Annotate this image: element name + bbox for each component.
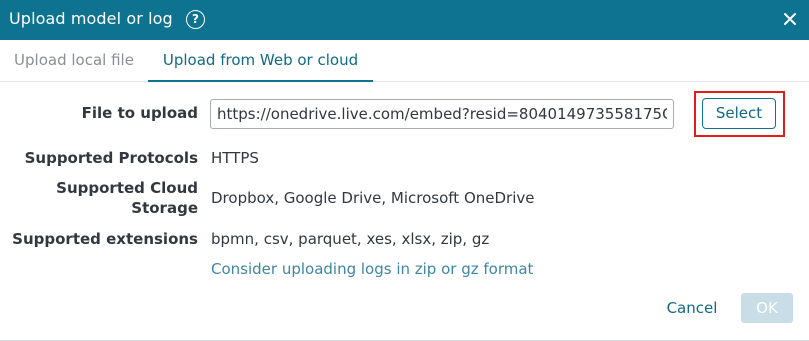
tab-bar: Upload local file Upload from Web or clo… [0,40,809,82]
supported-cloud-storage-label-line1: Supported Cloud [56,179,198,197]
select-button[interactable]: Select [702,98,776,129]
supported-cloud-storage-value: Dropbox, Google Drive, Microsoft OneDriv… [211,189,535,207]
tab-upload-local-file[interactable]: Upload local file [0,40,148,82]
dialog-title: Upload model or log [9,9,173,28]
cancel-button[interactable]: Cancel [657,293,727,323]
supported-protocols-value: HTTPS [211,149,259,167]
file-url-input[interactable] [210,99,674,129]
dialog-titlebar: Upload model or log ? [0,0,809,40]
tab-upload-from-web-or-cloud[interactable]: Upload from Web or cloud [148,40,373,82]
supported-protocols-label: Supported Protocols [24,149,198,167]
supported-cloud-storage-label: Supported Cloud Storage [56,178,198,218]
close-icon[interactable] [780,9,800,29]
zip-gz-hint-link[interactable]: Consider uploading logs in zip or gz for… [211,259,533,279]
supported-extensions-value: bpmn, csv, parquet, xes, xlsx, zip, gz [211,230,490,248]
help-circle-icon[interactable]: ? [186,10,205,29]
upload-dialog: Upload model or log ? Upload local file … [0,0,809,341]
ok-button[interactable]: OK [741,293,793,323]
supported-cloud-storage-label-line2: Storage [131,199,198,217]
supported-extensions-label: Supported extensions [12,230,198,248]
file-to-upload-label: File to upload [81,104,198,122]
